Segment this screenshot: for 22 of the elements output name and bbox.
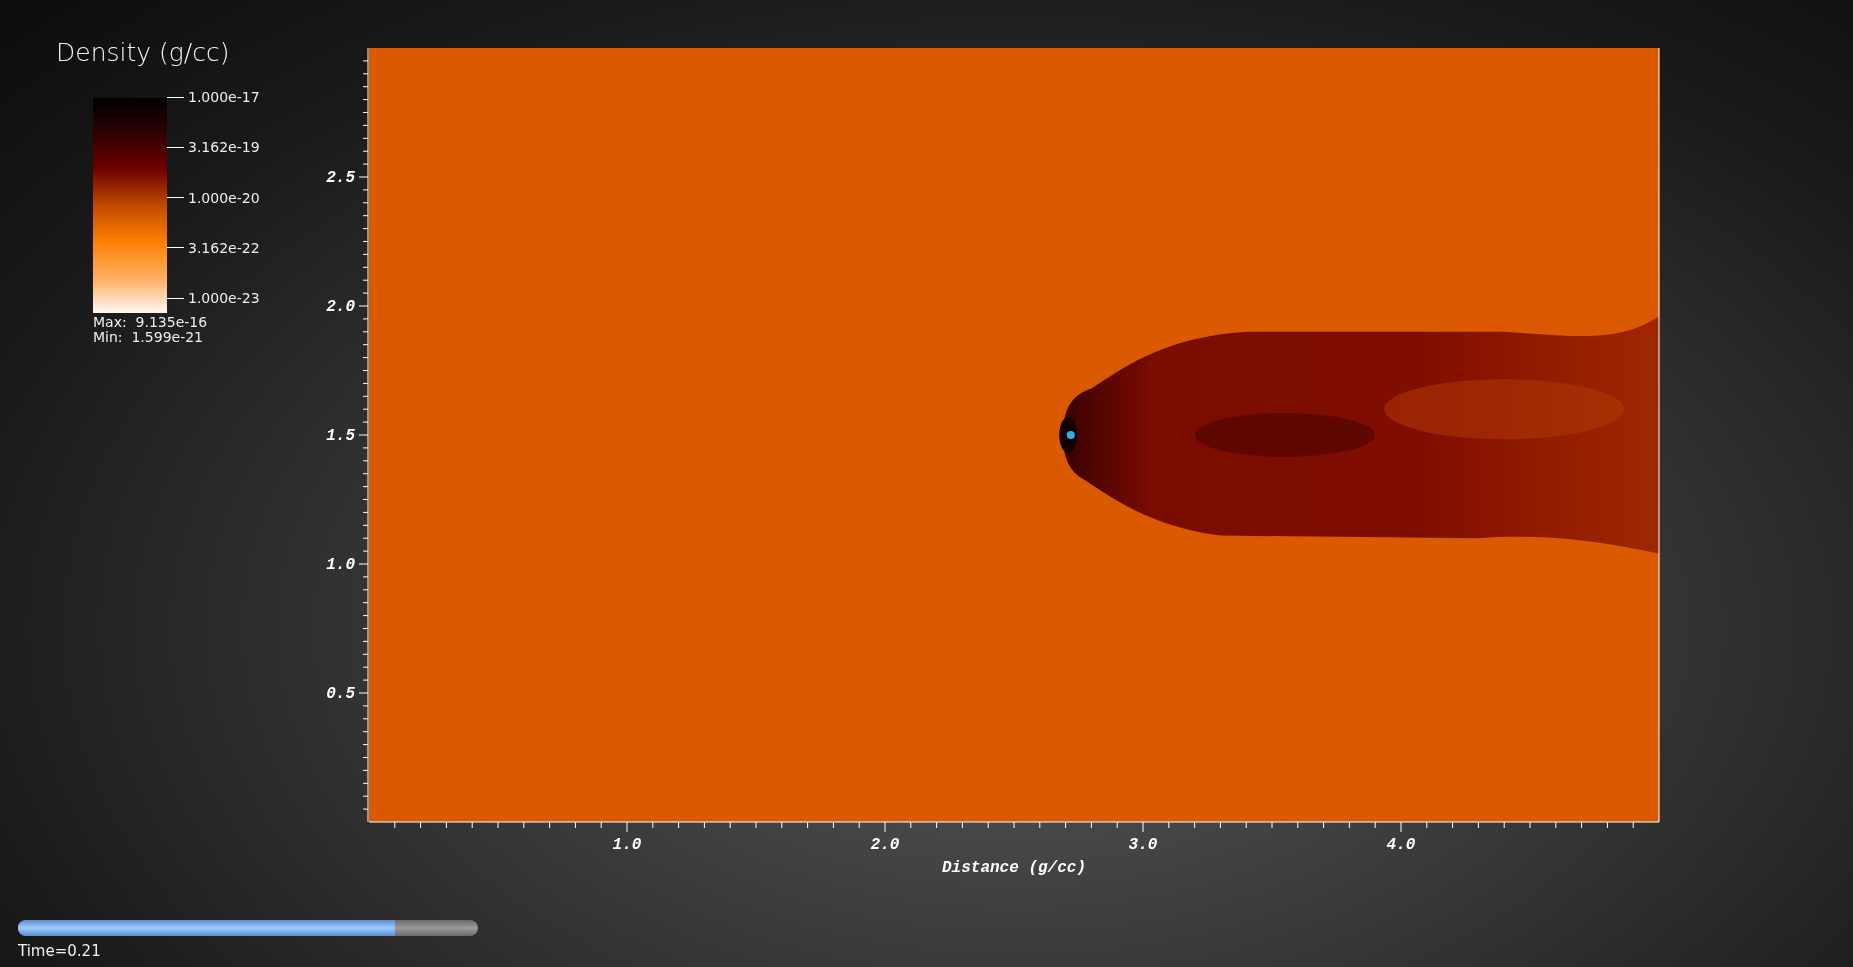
color-bar-tick-label: 3.162e-19 [188, 139, 260, 156]
y-tick-label: 0.5 [326, 685, 355, 703]
y-tick-label: 2.0 [326, 298, 355, 316]
source-marker [1066, 431, 1075, 439]
color-bar-tick-label: 3.162e-22 [188, 239, 260, 256]
color-bar-tick-label: 1.000e-20 [188, 189, 260, 206]
x-tick-label: 4.0 [1386, 836, 1416, 854]
y-tick-label: 1.0 [326, 556, 355, 574]
time-label: Time=0.21 [18, 942, 102, 960]
x-tick-label: 3.0 [1128, 836, 1158, 854]
x-tick-label: 2.0 [870, 836, 900, 854]
legend-title: Density (g/cc) [56, 38, 231, 67]
max-value-label: Max: 9.135e-16 [93, 315, 209, 330]
x-axis-title: Distance (g/cc) [942, 859, 1086, 877]
y-tick-label: 2.5 [326, 169, 355, 187]
y-tick-label: 1.5 [326, 427, 355, 445]
dense-core [1059, 417, 1078, 453]
x-tick-label: 1.0 [612, 836, 642, 854]
color-bar-tick-label: 1.000e-23 [188, 290, 260, 306]
min-value-label: Min: 1.599e-21 [93, 330, 205, 345]
color-bar-tick-label: 1.000e-17 [188, 89, 260, 105]
time-slider[interactable] [18, 920, 478, 936]
